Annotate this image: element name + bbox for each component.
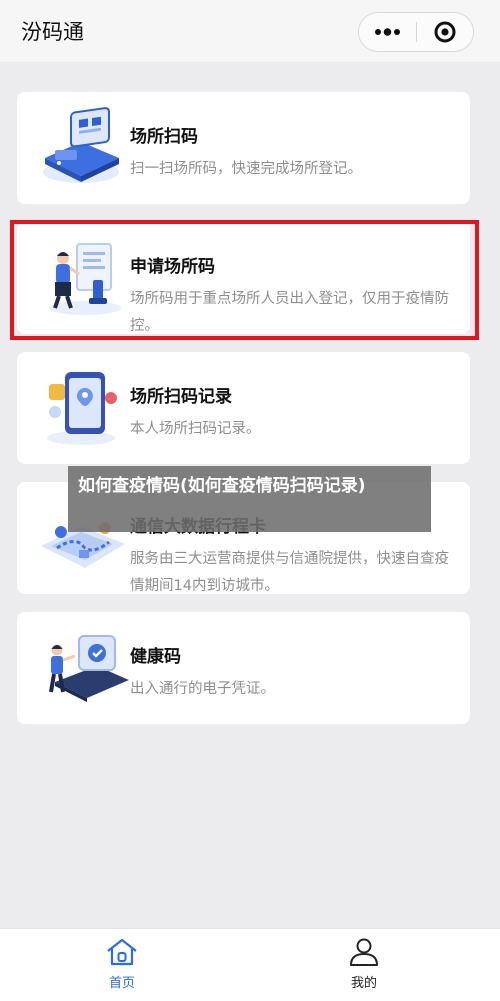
- card-description: 出入通行的电子凭证。: [130, 681, 275, 697]
- top-bar: 汾码通: [0, 0, 500, 62]
- card-venue-scan[interactable]: 场所扫码 扫一扫场所码，快速完成场所登记。: [17, 92, 470, 204]
- card-health-code[interactable]: 健康码 出入通行的电子凭证。: [17, 612, 470, 724]
- card-scan-records[interactable]: 场所扫码记录 本人场所扫码记录。: [17, 352, 470, 464]
- bottom-tab-bar: 首页 我的: [0, 928, 500, 1001]
- overlay-text: 如何查疫情码(如何查疫情码扫码记录): [78, 476, 366, 496]
- tab-mine[interactable]: 我的: [314, 937, 414, 999]
- card-title: 场所扫码记录: [130, 387, 232, 407]
- tab-label: 首页: [108, 976, 135, 991]
- close-mini-program-button[interactable]: [416, 13, 473, 51]
- card-title: 健康码: [130, 647, 181, 667]
- card-description: 本人场所扫码记录。: [130, 421, 261, 437]
- user-icon: [350, 938, 378, 966]
- article-title-overlay: 如何查疫情码(如何查疫情码扫码记录): [68, 466, 431, 532]
- phone-location-illustration: [47, 372, 117, 445]
- tab-label: 我的: [350, 976, 377, 991]
- home-icon: [107, 938, 137, 966]
- scan-terminal-illustration: [43, 107, 119, 183]
- target-close-icon: [434, 21, 456, 43]
- person-health-badge-illustration: [49, 635, 129, 702]
- card-description: 服务由三大运营商提供与信通院提供，快速自查疫情期间14内到访城市。: [130, 551, 449, 594]
- tab-home[interactable]: 首页: [72, 937, 172, 999]
- highlight-box: [10, 220, 479, 340]
- card-description: 扫一扫场所码，快速完成场所登记。: [130, 161, 362, 177]
- app-title: 汾码通: [21, 20, 84, 44]
- mini-program-capsule: [358, 12, 474, 52]
- more-button[interactable]: [359, 13, 416, 51]
- more-dots-icon: [375, 28, 400, 36]
- card-title: 场所扫码: [130, 127, 198, 147]
